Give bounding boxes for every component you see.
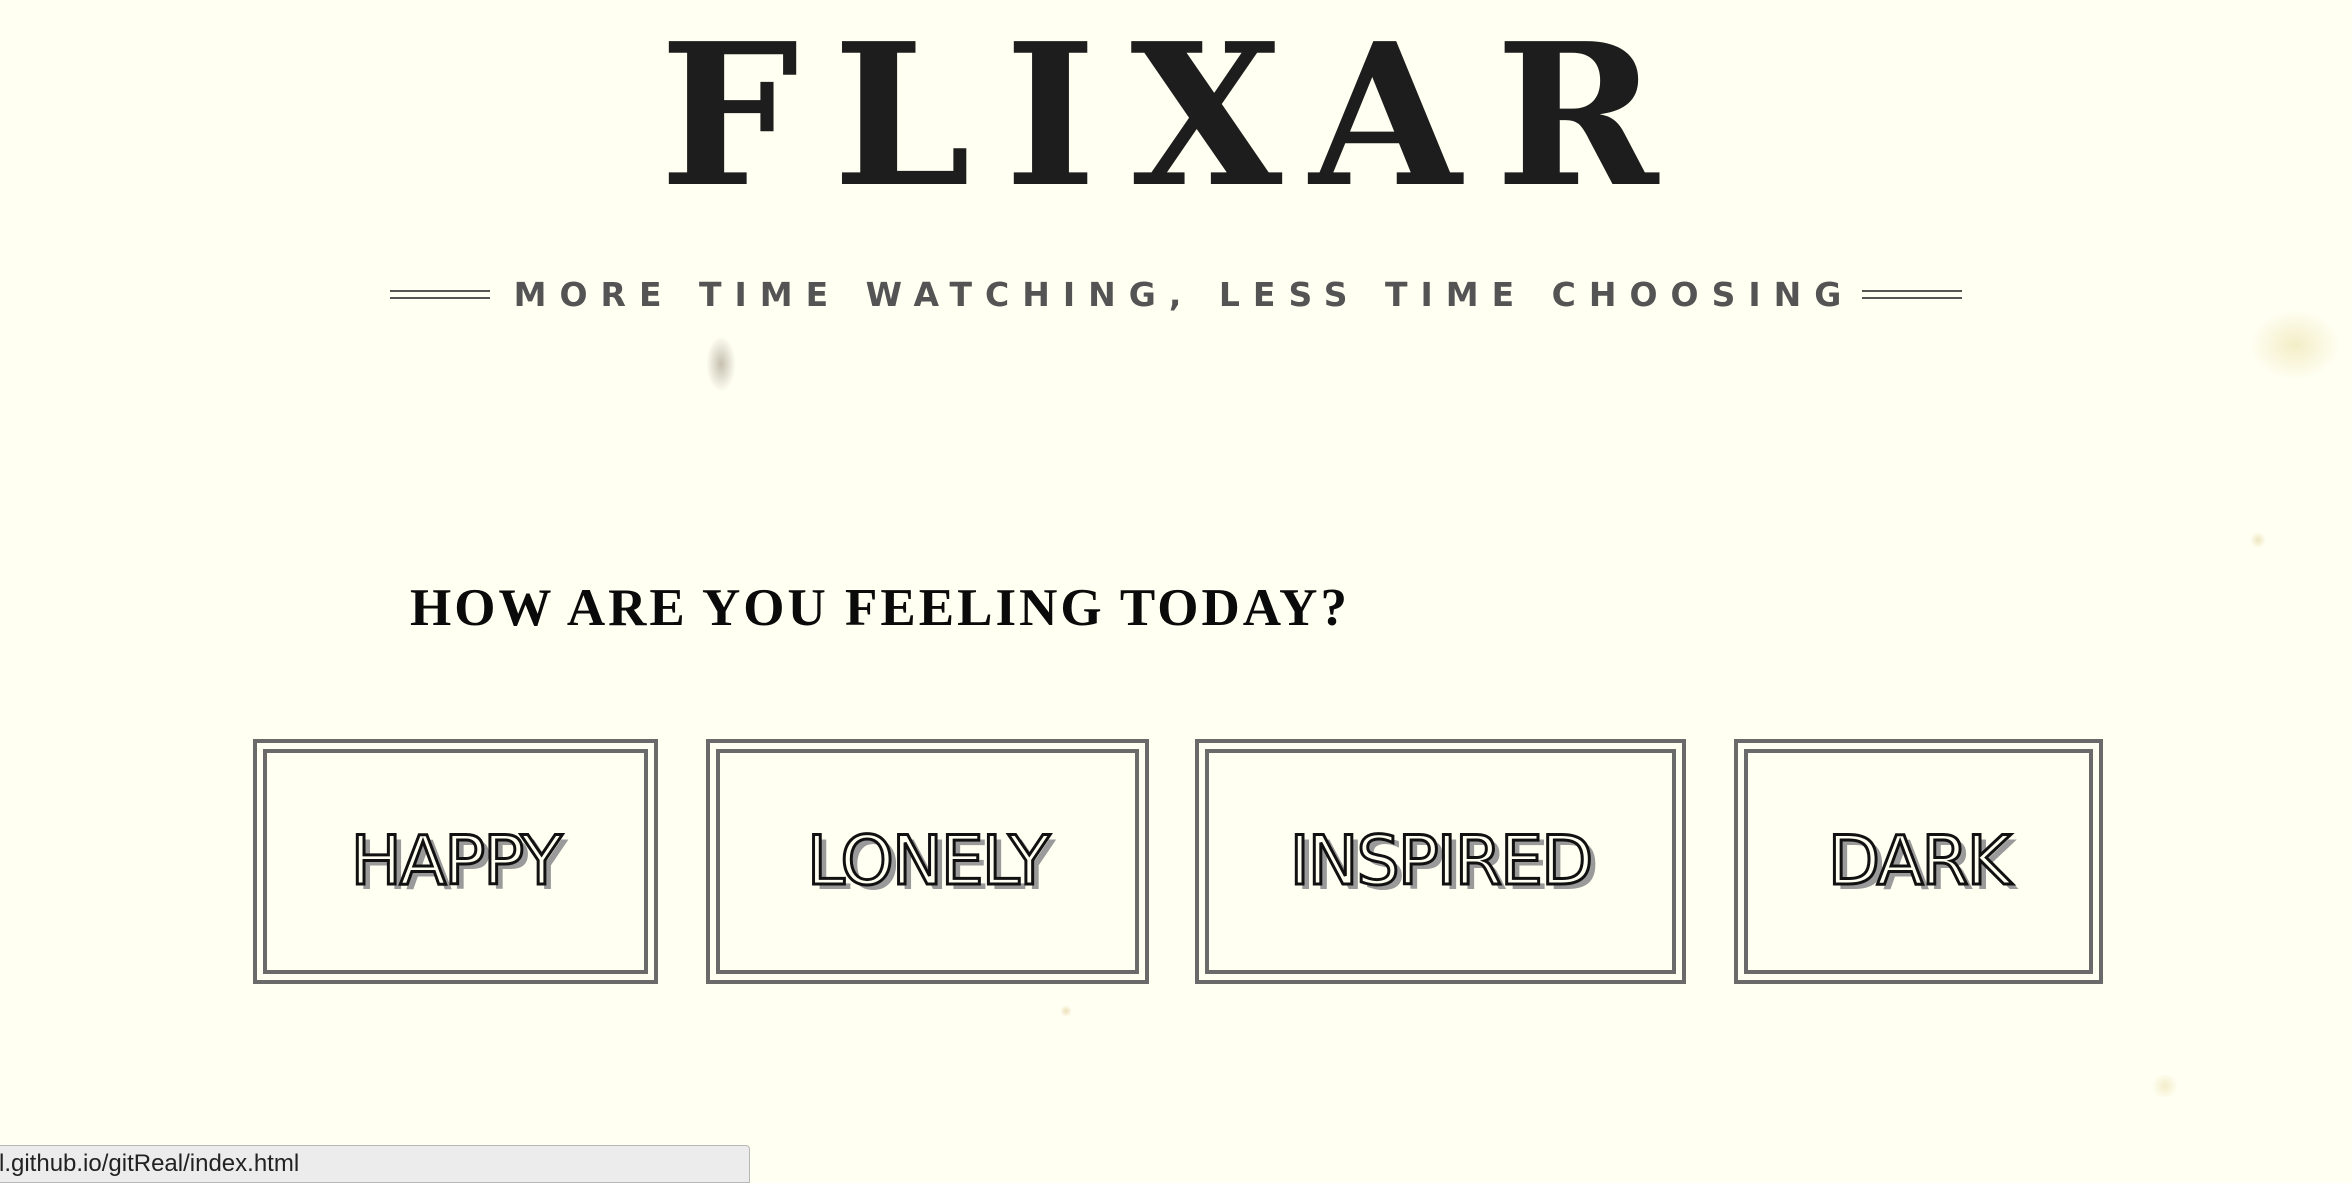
mood-box-inner: LONELY bbox=[716, 749, 1139, 974]
status-url: l.github.io/gitReal/index.html bbox=[0, 1150, 300, 1177]
mood-box-inner: HAPPY bbox=[263, 749, 648, 974]
paper-speck bbox=[706, 336, 736, 392]
paper-speck bbox=[2250, 310, 2340, 380]
paper-speck bbox=[2250, 532, 2266, 548]
mood-label: HAPPY bbox=[349, 821, 564, 903]
mood-button-dark[interactable]: DARK bbox=[1734, 739, 2103, 984]
tagline-rule-left bbox=[389, 289, 490, 299]
tagline-rule-right bbox=[1862, 289, 1963, 299]
paper-speck bbox=[2150, 1075, 2180, 1097]
mood-box-inner: DARK bbox=[1744, 749, 2093, 974]
tagline: MORE TIME WATCHING, LESS TIME CHOOSING bbox=[513, 274, 1855, 314]
mood-label: INSPIRED bbox=[1288, 821, 1595, 903]
tagline-row: MORE TIME WATCHING, LESS TIME CHOOSING bbox=[0, 271, 2352, 317]
mood-label: LONELY bbox=[805, 821, 1051, 903]
mood-button-lonely[interactable]: LONELY bbox=[706, 739, 1149, 984]
mood-question: HOW ARE YOU FEELING TODAY? bbox=[410, 579, 1350, 637]
site-title: FLIXAR bbox=[659, 1, 1693, 231]
mood-button-inspired[interactable]: INSPIRED bbox=[1195, 739, 1686, 984]
paper-speck bbox=[1060, 1005, 1072, 1017]
mood-box-inner: INSPIRED bbox=[1205, 749, 1676, 974]
browser-status-bar: l.github.io/gitReal/index.html bbox=[0, 1145, 750, 1183]
mood-button-happy[interactable]: HAPPY bbox=[253, 739, 658, 984]
mood-label: DARK bbox=[1826, 821, 2013, 903]
